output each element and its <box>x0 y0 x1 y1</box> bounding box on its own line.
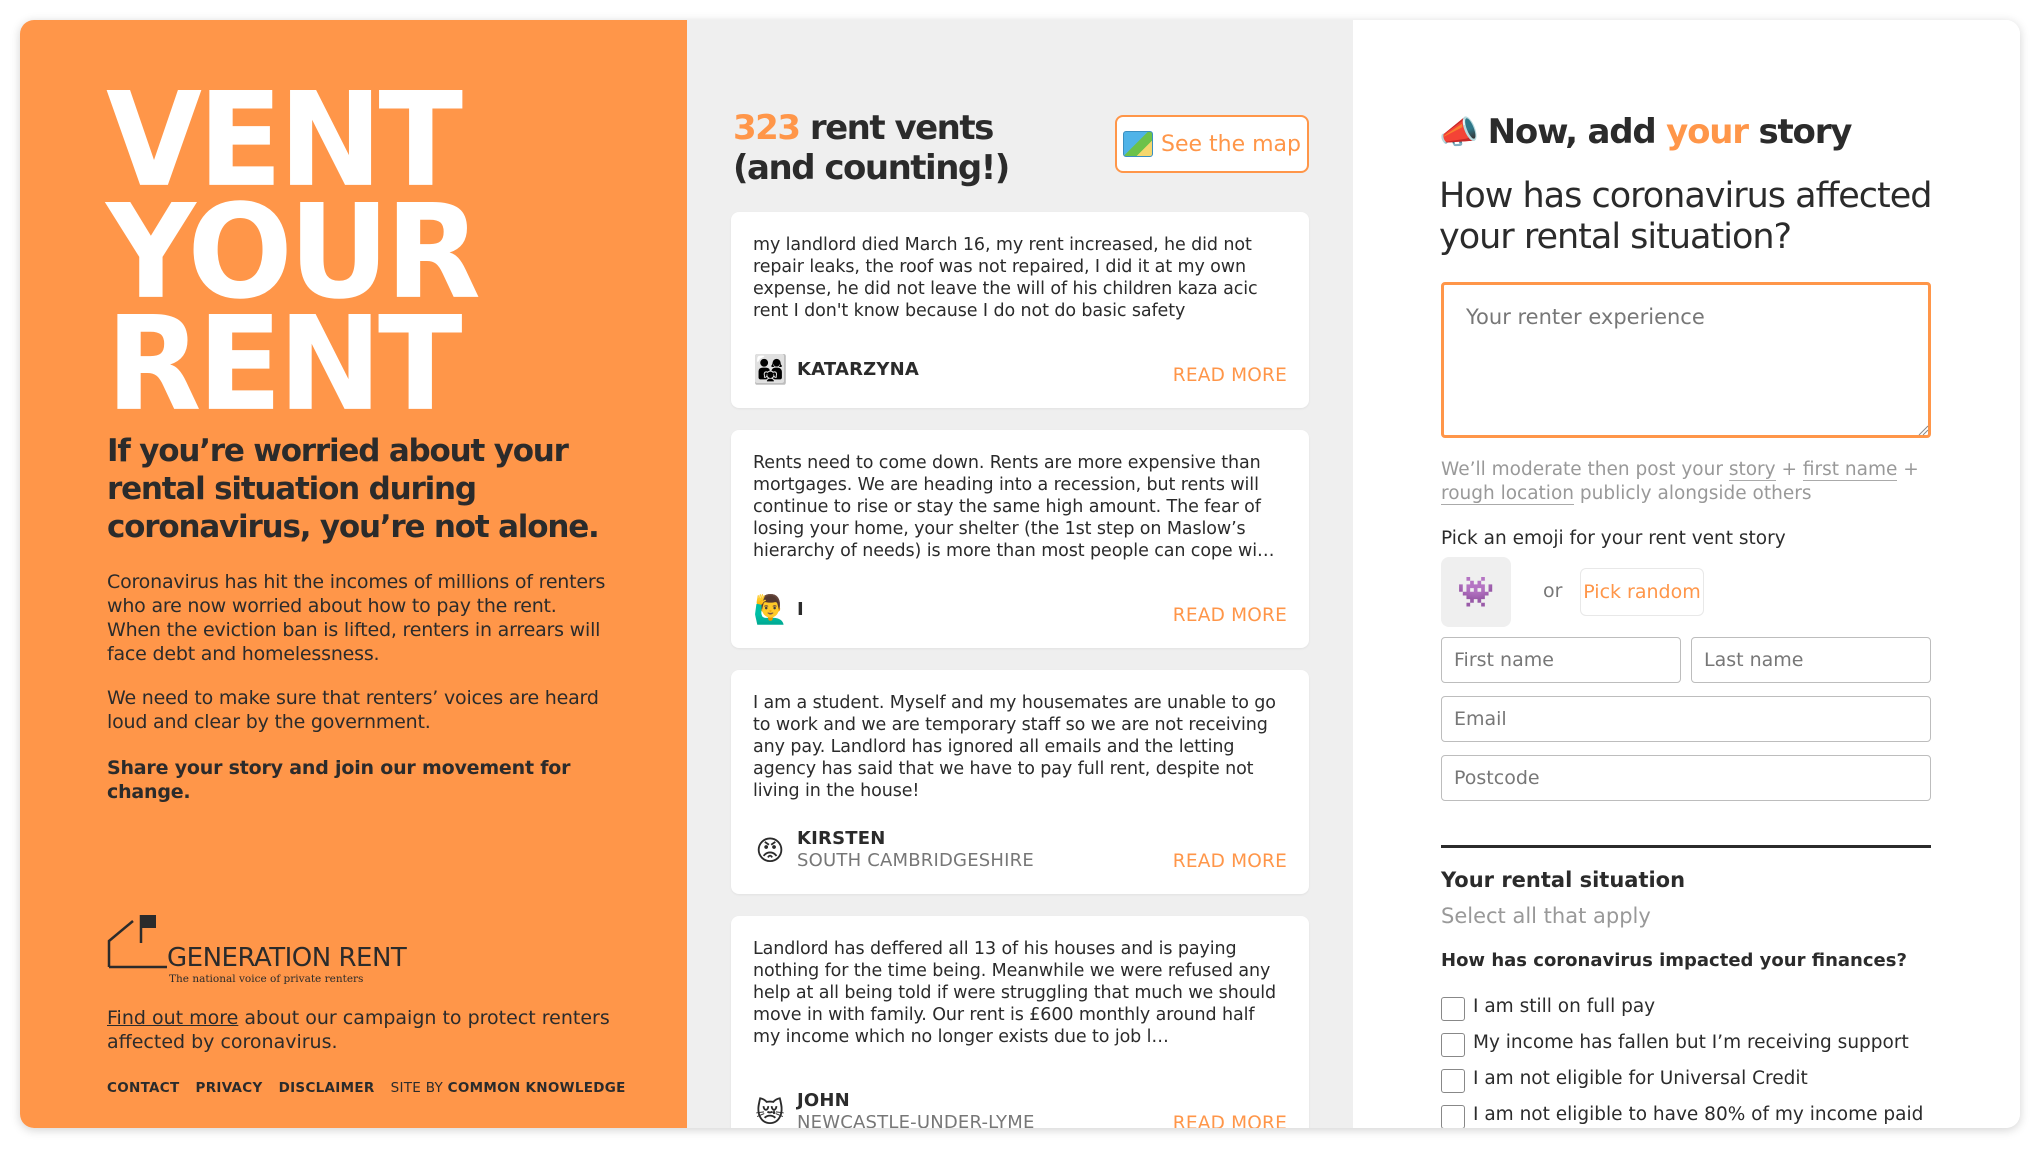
select-all-hint: Select all that apply <box>1441 904 1651 928</box>
resize-handle-icon[interactable] <box>1917 424 1929 436</box>
moderation-notice: We’ll moderate then post your story + fi… <box>1441 458 1921 506</box>
option-full-pay[interactable]: I am still on full pay <box>1441 995 1931 1021</box>
option-income-fallen[interactable]: My income has fallen but I’m receiving s… <box>1441 1031 1931 1057</box>
story-author: 🙋‍♂️ I <box>753 593 804 626</box>
checkbox[interactable] <box>1441 1033 1465 1057</box>
last-name-field[interactable]: Last name <box>1691 637 1931 683</box>
vent-count-heading: 323 rent vents (and counting!) <box>733 108 1010 188</box>
author-name: KATARZYNA <box>797 358 920 380</box>
author-name: I <box>797 598 804 620</box>
add-story-heading: 📣 Now, add your story <box>1439 112 1852 152</box>
moderate-first-name: first name <box>1802 459 1898 481</box>
left-panel: VENT YOUR RENT If you’re worried about y… <box>20 20 687 1128</box>
option-label: I am still on full pay <box>1473 996 1656 1017</box>
section-divider <box>1441 845 1931 848</box>
email-field[interactable]: Email <box>1441 696 1931 742</box>
logo-title: GENERATION RENT <box>167 943 407 973</box>
angry-face-emoji-icon: 😡 <box>755 833 785 867</box>
house-flag-icon <box>107 915 167 969</box>
vent-count: 323 <box>733 108 801 148</box>
or-label: or <box>1543 580 1563 602</box>
author-name: JOHN <box>797 1090 850 1111</box>
moderate-text: publicly alongside others <box>1574 483 1812 504</box>
story-text: Rents need to come down. Rents are more … <box>753 453 1275 561</box>
option-not-eligible-uc[interactable]: I am not eligible for Universal Credit <box>1441 1067 1931 1093</box>
hero-line: RENT <box>106 289 463 441</box>
add-your: your <box>1666 112 1749 152</box>
see-map-label: See the map <box>1160 131 1301 157</box>
story-card[interactable]: Landlord has deffered all 13 of his hous… <box>731 916 1309 1128</box>
moderate-location: rough location <box>1441 483 1574 505</box>
read-more-link[interactable]: READ MORE <box>1173 605 1287 626</box>
first-name-field[interactable]: First name <box>1441 637 1681 683</box>
checkbox[interactable] <box>1441 1105 1465 1128</box>
family-emoji-icon: 👨‍👩‍👧 <box>753 353 788 386</box>
megaphone-icon: 📣 <box>1439 113 1479 151</box>
moderate-text: We’ll moderate then post your <box>1441 459 1729 480</box>
story-card[interactable]: Rents need to come down. Rents are more … <box>731 430 1309 648</box>
story-card[interactable]: my landlord died March 16, my rent incre… <box>731 212 1309 408</box>
vent-count-label: rent vents <box>799 108 995 148</box>
form-question: How has coronavirus affected your rental… <box>1439 176 1933 257</box>
find-out-more-link[interactable]: Find out more <box>107 1007 238 1029</box>
disclaimer-link[interactable]: DISCLAIMER <box>279 1080 375 1096</box>
logo-tagline: The national voice of private renters <box>169 973 364 985</box>
common-knowledge-link[interactable]: COMMON KNOWLEDGE <box>448 1080 626 1096</box>
hero-title: VENT YOUR RENT <box>106 76 666 430</box>
read-more-link[interactable]: READ MORE <box>1173 851 1287 872</box>
checkbox[interactable] <box>1441 1069 1465 1093</box>
option-label: My income has fallen but I’m receiving s… <box>1473 1032 1909 1053</box>
stories-panel[interactable]: 323 rent vents (and counting!) See the m… <box>687 20 1353 1128</box>
author-name: KIRSTEN <box>797 828 886 849</box>
story-card[interactable]: I am a student. Myself and my housemates… <box>731 670 1309 894</box>
page-frame: VENT YOUR RENT If you’re worried about y… <box>20 20 2020 1128</box>
rental-situation-heading: Your rental situation <box>1441 868 1686 892</box>
alien-monster-emoji-icon: 👾 <box>1457 574 1495 610</box>
option-label: I am not eligible to have 80% of my inco… <box>1473 1104 1924 1125</box>
story-text: I am a student. Myself and my housemates… <box>753 693 1276 801</box>
footer-links: CONTACT PRIVACY DISCLAIMER SITE BY COMMO… <box>107 1080 626 1096</box>
option-not-eligible-furlough[interactable]: I am not eligible to have 80% of my inco… <box>1441 1103 1931 1128</box>
privacy-link[interactable]: PRIVACY <box>196 1080 263 1096</box>
map-icon <box>1122 131 1153 157</box>
checkbox[interactable] <box>1441 997 1465 1021</box>
moderate-story: story <box>1728 459 1776 481</box>
author-location: SOUTH CAMBRIDGESHIRE <box>797 850 1034 871</box>
story-text: my landlord died March 16, my rent incre… <box>753 235 1258 321</box>
share-paragraph: Share your story and join our movement f… <box>107 757 571 803</box>
vent-count-sub: (and counting!) <box>733 148 1010 188</box>
find-more-text: Find out more about our campaign to prot… <box>107 1006 627 1054</box>
moderate-text: + <box>1775 459 1803 480</box>
pick-emoji-label: Pick an emoji for your rent vent story <box>1441 528 1786 549</box>
story-author: 😿 JOHN NEWCASTLE-UNDER-LYME <box>753 1090 1035 1128</box>
read-more-link[interactable]: READ MORE <box>1173 365 1287 386</box>
voices-paragraph: We need to make sure that renters’ voice… <box>107 687 599 733</box>
add-prefix: Now, add <box>1487 112 1667 152</box>
finances-question: How has coronavirus impacted your financ… <box>1441 950 1907 971</box>
story-author: 😡 KIRSTEN SOUTH CAMBRIDGESHIRE <box>753 828 1034 872</box>
read-more-link[interactable]: READ MORE <box>1173 1113 1287 1128</box>
author-location: NEWCASTLE-UNDER-LYME <box>797 1112 1035 1128</box>
story-form-panel[interactable]: 📣 Now, add your story How has coronaviru… <box>1353 20 2020 1128</box>
intro-paragraph: Coronavirus has hit the incomes of milli… <box>107 571 606 665</box>
contact-link[interactable]: CONTACT <box>107 1080 180 1096</box>
add-suffix: story <box>1747 112 1852 152</box>
postcode-field[interactable]: Postcode <box>1441 755 1931 801</box>
raising-hand-emoji-icon: 🙋‍♂️ <box>753 593 788 626</box>
emoji-picker-button[interactable]: 👾 <box>1441 557 1511 627</box>
option-label: I am not eligible for Universal Credit <box>1473 1068 1808 1089</box>
site-by-label: SITE BY <box>390 1080 448 1096</box>
site-by: SITE BY COMMON KNOWLEDGE <box>391 1080 626 1096</box>
story-author: 👨‍👩‍👧 KATARZYNA <box>753 353 919 386</box>
lead-text: If you’re worried about your rental situ… <box>107 433 600 545</box>
pick-random-button[interactable]: Pick random <box>1580 568 1704 616</box>
renter-experience-textarea[interactable]: Your renter experience <box>1441 282 1931 438</box>
see-map-button[interactable]: See the map <box>1115 115 1309 173</box>
crying-cat-emoji-icon: 😿 <box>755 1095 785 1129</box>
generation-rent-logo[interactable]: GENERATION RENT The national voice of pr… <box>107 913 427 985</box>
story-text: Landlord has deffered all 13 of his hous… <box>753 939 1276 1047</box>
moderate-text: + <box>1897 459 1919 480</box>
